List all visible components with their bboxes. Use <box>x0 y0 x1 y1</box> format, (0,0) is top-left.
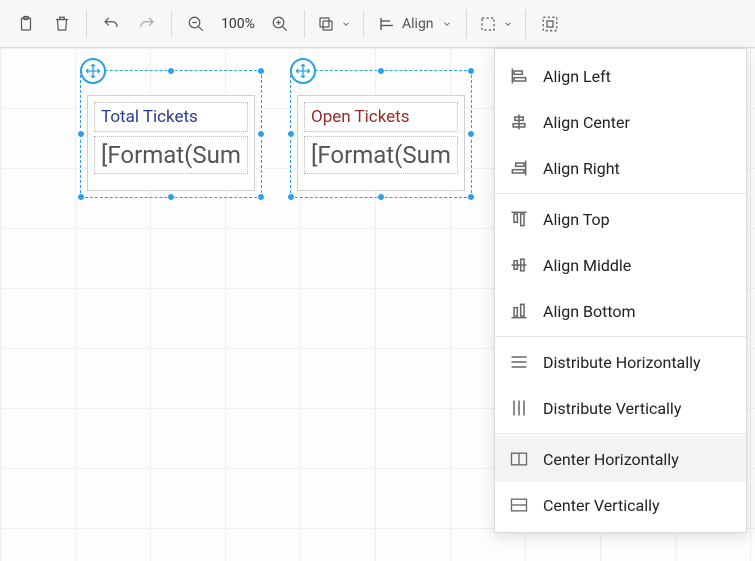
move-handle-icon[interactable] <box>290 58 316 84</box>
resize-handle[interactable] <box>377 193 385 201</box>
menu-item-label: Distribute Vertically <box>543 399 681 418</box>
resize-handle[interactable] <box>257 67 265 75</box>
separator <box>363 10 364 38</box>
chevron-down-icon <box>503 19 513 29</box>
separator <box>86 10 87 38</box>
align-top-icon <box>509 209 529 229</box>
resize-handle[interactable] <box>257 193 265 201</box>
select-mode-dropdown[interactable] <box>473 6 519 42</box>
menu-item-center-vertically[interactable]: Center Vertically <box>495 482 746 528</box>
distribute-v-icon <box>509 398 529 418</box>
redo-button[interactable] <box>129 6 165 42</box>
menu-item-distribute-vertically[interactable]: Distribute Vertically <box>495 385 746 431</box>
menu-item-label: Align Bottom <box>543 302 636 321</box>
chevron-down-icon <box>442 19 452 29</box>
menu-item-align-right[interactable]: Align Right <box>495 145 746 191</box>
zoom-in-button[interactable] <box>262 6 298 42</box>
card-title: Open Tickets <box>304 102 458 132</box>
menu-item-align-center[interactable]: Align Center <box>495 99 746 145</box>
menu-separator <box>495 433 746 434</box>
menu-item-label: Align Right <box>543 159 620 178</box>
menu-item-align-left[interactable]: Align Left <box>495 53 746 99</box>
distribute-h-icon <box>509 352 529 372</box>
menu-item-label: Center Vertically <box>543 496 660 515</box>
resize-handle[interactable] <box>167 67 175 75</box>
copy-dropdown[interactable] <box>311 6 357 42</box>
resize-handle[interactable] <box>287 130 295 138</box>
menu-item-label: Align Left <box>543 67 611 86</box>
resize-handle[interactable] <box>467 193 475 201</box>
chevron-down-icon <box>341 19 351 29</box>
menu-separator <box>495 193 746 194</box>
menu-item-label: Align Top <box>543 210 610 229</box>
card-title: Total Tickets <box>94 102 248 132</box>
menu-item-align-top[interactable]: Align Top <box>495 196 746 242</box>
zoom-out-button[interactable] <box>178 6 214 42</box>
resize-handle[interactable] <box>287 193 295 201</box>
menu-item-label: Distribute Horizontally <box>543 353 701 372</box>
align-dropdown-label: Align <box>402 16 434 32</box>
resize-handle[interactable] <box>467 67 475 75</box>
menu-item-label: Align Middle <box>543 256 631 275</box>
card-value: [Format(Sum <box>94 136 248 174</box>
align-middle-icon <box>509 255 529 275</box>
zoom-level[interactable]: 100% <box>214 16 262 32</box>
toolbar: 100% Align <box>0 0 755 48</box>
delete-button[interactable] <box>44 6 80 42</box>
align-bottom-icon <box>509 301 529 321</box>
separator <box>171 10 172 38</box>
align-right-icon <box>509 158 529 178</box>
align-left-icon <box>509 66 529 86</box>
menu-item-label: Center Horizontally <box>543 450 679 469</box>
card-value: [Format(Sum <box>304 136 458 174</box>
menu-item-align-bottom[interactable]: Align Bottom <box>495 288 746 334</box>
undo-button[interactable] <box>93 6 129 42</box>
align-dropdown[interactable]: Align <box>370 6 460 42</box>
align-center-icon <box>509 112 529 132</box>
separator <box>466 10 467 38</box>
resize-handle[interactable] <box>377 67 385 75</box>
card-open-tickets[interactable]: Open Tickets [Format(Sum <box>297 95 465 191</box>
resize-handle[interactable] <box>467 130 475 138</box>
resize-handle[interactable] <box>167 193 175 201</box>
menu-item-center-horizontally[interactable]: Center Horizontally <box>495 436 746 482</box>
fit-bounds-button[interactable] <box>532 6 568 42</box>
resize-handle[interactable] <box>257 130 265 138</box>
paste-button[interactable] <box>8 6 44 42</box>
menu-separator <box>495 336 746 337</box>
move-handle-icon[interactable] <box>80 58 106 84</box>
center-v-icon <box>509 495 529 515</box>
center-h-icon <box>509 449 529 469</box>
menu-item-distribute-horizontally[interactable]: Distribute Horizontally <box>495 339 746 385</box>
menu-item-align-middle[interactable]: Align Middle <box>495 242 746 288</box>
card-total-tickets[interactable]: Total Tickets [Format(Sum <box>87 95 255 191</box>
menu-item-label: Align Center <box>543 113 630 132</box>
resize-handle[interactable] <box>77 130 85 138</box>
separator <box>304 10 305 38</box>
resize-handle[interactable] <box>77 193 85 201</box>
align-menu: Align Left Align Center Align Right Alig… <box>494 48 747 533</box>
selection-box[interactable]: Open Tickets [Format(Sum <box>290 70 472 198</box>
selection-box[interactable]: Total Tickets [Format(Sum <box>80 70 262 198</box>
separator <box>525 10 526 38</box>
